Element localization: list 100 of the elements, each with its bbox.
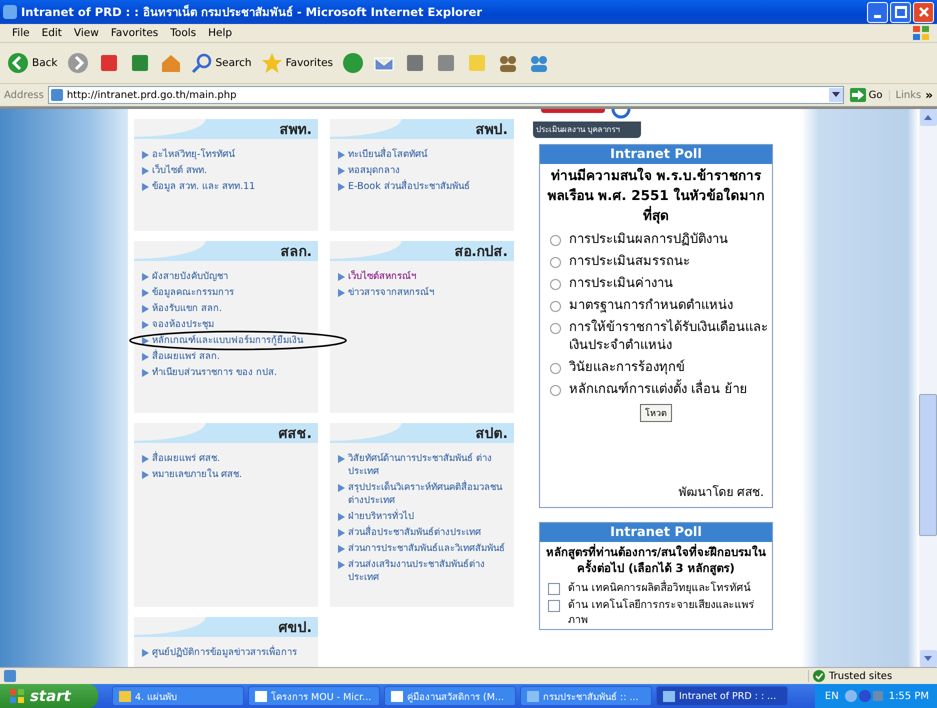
address-label: Address — [4, 90, 44, 100]
windows-logo-icon — [911, 24, 931, 42]
section-link[interactable]: เว็บไซต์ สพท. — [152, 164, 208, 177]
taskbar-button[interactable]: โครงการ MOU - Micr... — [248, 686, 380, 706]
restore-button[interactable] — [890, 2, 911, 22]
triangle-bullet-icon — [338, 513, 345, 521]
radio-button[interactable] — [550, 363, 561, 374]
home-icon — [160, 52, 182, 74]
tray-icons-drawing — [844, 689, 883, 703]
triangle-bullet-icon — [142, 369, 149, 377]
option-label: มาตรฐานการกำหนดตำแหน่ง — [569, 297, 733, 315]
section-link[interactable]: ข้อมูล สวท. และ สทท.11 — [152, 180, 256, 193]
windows-logo-icon — [10, 689, 24, 703]
window-title: Intranet of PRD : : อินทราเน็ต กรมประชาสัมพันธ์ - Microsoft Internet Explorer — [21, 4, 484, 21]
links-label[interactable]: Links — [888, 90, 922, 100]
menu-item[interactable]: Help — [202, 27, 238, 39]
section-link[interactable]: ห้องรับแขก สลก. — [152, 302, 222, 315]
menu-item[interactable]: File — [6, 27, 36, 39]
toolbar-button[interactable]: Back — [4, 50, 60, 76]
section-link[interactable]: ทำเนียบส่วนราชการ ของ กปส. — [152, 366, 278, 379]
section-link[interactable]: สื่อเผยแพร่ สลก. — [152, 350, 220, 363]
credit-text: พัฒนาโดย ศสช. — [677, 484, 765, 501]
option-label: ด้าน เทคโนโลยีการกระจายเสียงและแพร่ภาพ — [568, 598, 756, 628]
option-label: ด้าน เทคนิคการผลิตสื่อวิทยุและโทรทัศน์ — [568, 581, 750, 596]
back-icon — [7, 52, 29, 74]
go-button[interactable]: Go — [848, 88, 885, 102]
section-link[interactable]: E-Book ส่วนสื่อประชาสัมพันธ์ — [348, 180, 470, 193]
triangle-bullet-icon — [142, 471, 149, 479]
taskbar-button[interactable]: คู่มืองานสวัสดิการ (M... — [384, 686, 516, 706]
section-link[interactable]: ข่าวสารจากสหกรณ์ฯ — [348, 286, 434, 299]
poll-header: Intranet Poll — [540, 145, 772, 164]
language-indicator[interactable]: EN — [824, 690, 839, 702]
toolbar-button[interactable]: Favorites — [258, 50, 336, 76]
checkbox[interactable] — [548, 583, 560, 595]
option-label: หลักเกณฑ์การแต่งตั้ง เลื่อน ย้าย — [569, 381, 748, 399]
triangle-bullet-icon — [338, 167, 345, 175]
toolbar-button[interactable]: Search — [188, 50, 255, 76]
address-field[interactable]: http://intranet.prd.go.th/main.php — [48, 86, 844, 104]
taskbar-button[interactable]: Intranet of PRD : : ... — [656, 686, 788, 706]
section-header: ศขป. — [134, 617, 318, 637]
triangle-bullet-icon — [338, 289, 345, 297]
menu-item[interactable]: View — [68, 27, 105, 39]
triangle-bullet-icon — [142, 337, 149, 345]
search-icon — [190, 52, 212, 74]
scroll-down-icon — [924, 656, 932, 661]
radio-button[interactable] — [550, 301, 561, 312]
close-icon — [918, 6, 930, 18]
minimize-button[interactable] — [867, 2, 888, 22]
triangle-bullet-icon — [338, 151, 345, 159]
section-link[interactable]: ผังสายบังคับบัญชา — [152, 270, 228, 283]
section-link[interactable]: ฝ่ายบริหารทั่วไป — [348, 510, 414, 523]
section-link[interactable]: วิสัยทัศน์ด้านการประชาสัมพันธ์ ต่างประเทศ — [348, 452, 510, 478]
section-link[interactable]: อะไหล่วิทยุ-โทรทัศน์ — [152, 148, 234, 161]
poll-question: ท่านมีความสนใจ พ.ร.บ.ข้าราชการพลเรือน พ.ศ. 2551 ในหัวข้อใดมากที่สุด — [546, 166, 766, 226]
triangle-bullet-icon — [338, 561, 345, 569]
menu-item[interactable]: Favorites — [104, 27, 164, 39]
check-icon — [813, 670, 825, 682]
triangle-bullet-icon — [142, 353, 149, 361]
section-link[interactable]: หอสมุดกลาง — [348, 164, 400, 177]
section-link[interactable]: ส่วนส่งเสริมงานประชาสัมพันธ์ต่างประเทศ — [348, 558, 510, 584]
section-link[interactable]: ข้อมูลคณะกรรมการ — [152, 286, 234, 299]
taskbar-button[interactable]: กรมประชาสัมพันธ์ :: ... — [520, 686, 652, 706]
section-link[interactable]: จองห้องประชุม — [152, 318, 214, 331]
option-label: การประเมินค่างาน — [569, 275, 673, 293]
section-header: ศสช. — [134, 423, 318, 443]
option-label: การประเมินสมรรถนะ — [569, 253, 690, 271]
radio-button[interactable] — [550, 385, 561, 396]
radio-button[interactable] — [550, 235, 561, 246]
section-link[interactable]: สรุปประเด็นวิเคราะห์ทัศนคติสื่อมวลชนต่างประเทศ — [348, 481, 510, 507]
more-button[interactable]: » — [925, 88, 933, 102]
menu-item[interactable]: Tools — [164, 27, 202, 39]
section-header: สอ.กปส. — [330, 241, 514, 261]
vote-button[interactable]: โหวต — [640, 404, 672, 422]
radio-button[interactable] — [550, 257, 561, 268]
triangle-bullet-icon — [142, 455, 149, 463]
section-link[interactable]: หมายเลขภายใน ศสช. — [152, 468, 242, 481]
banner-caption: ประเมินผลงาน บุคลากรฯ — [535, 124, 621, 136]
radio-button[interactable] — [550, 279, 561, 290]
section-link[interactable]: เว็บไซต์สหกรณ์ฯ — [348, 270, 416, 283]
taskbar-button[interactable]: 4. แผ่นพับ — [112, 686, 244, 706]
start-button[interactable]: start — [0, 684, 98, 708]
triangle-bullet-icon — [142, 305, 149, 313]
section-link[interactable]: ทะเบียนสื่อโสตทัศน์ — [348, 148, 427, 161]
menu-item[interactable]: Edit — [36, 27, 68, 39]
triangle-bullet-icon — [338, 273, 345, 281]
section-header: สปต. — [330, 423, 514, 443]
section-link[interactable]: สื่อเผยแพร่ ศสช. — [152, 452, 220, 465]
favorites-icon — [260, 52, 283, 74]
section-header: สลก. — [134, 241, 318, 261]
close-button[interactable] — [913, 2, 934, 22]
section-header: สพป. — [330, 119, 514, 139]
radio-button[interactable] — [550, 323, 561, 334]
checkbox[interactable] — [548, 600, 560, 612]
section-link[interactable]: ศูนย์ปฏิบัติการข้อมูลข่าวสารเพื่อการ — [152, 646, 297, 659]
section-link[interactable]: ส่วนสื่อประชาสัมพันธ์ต่างประเทศ — [348, 526, 481, 539]
security-zone: Trusted sites — [829, 670, 892, 682]
section-link[interactable]: ส่วนการประชาสัมพันธ์และวิเทศสัมพันธ์ — [348, 542, 505, 555]
option-label: วินัยและการร้องทุกข์ — [569, 359, 685, 377]
vertical-scrollbar[interactable] — [919, 109, 937, 667]
clock: 1:55 PM — [888, 690, 929, 702]
